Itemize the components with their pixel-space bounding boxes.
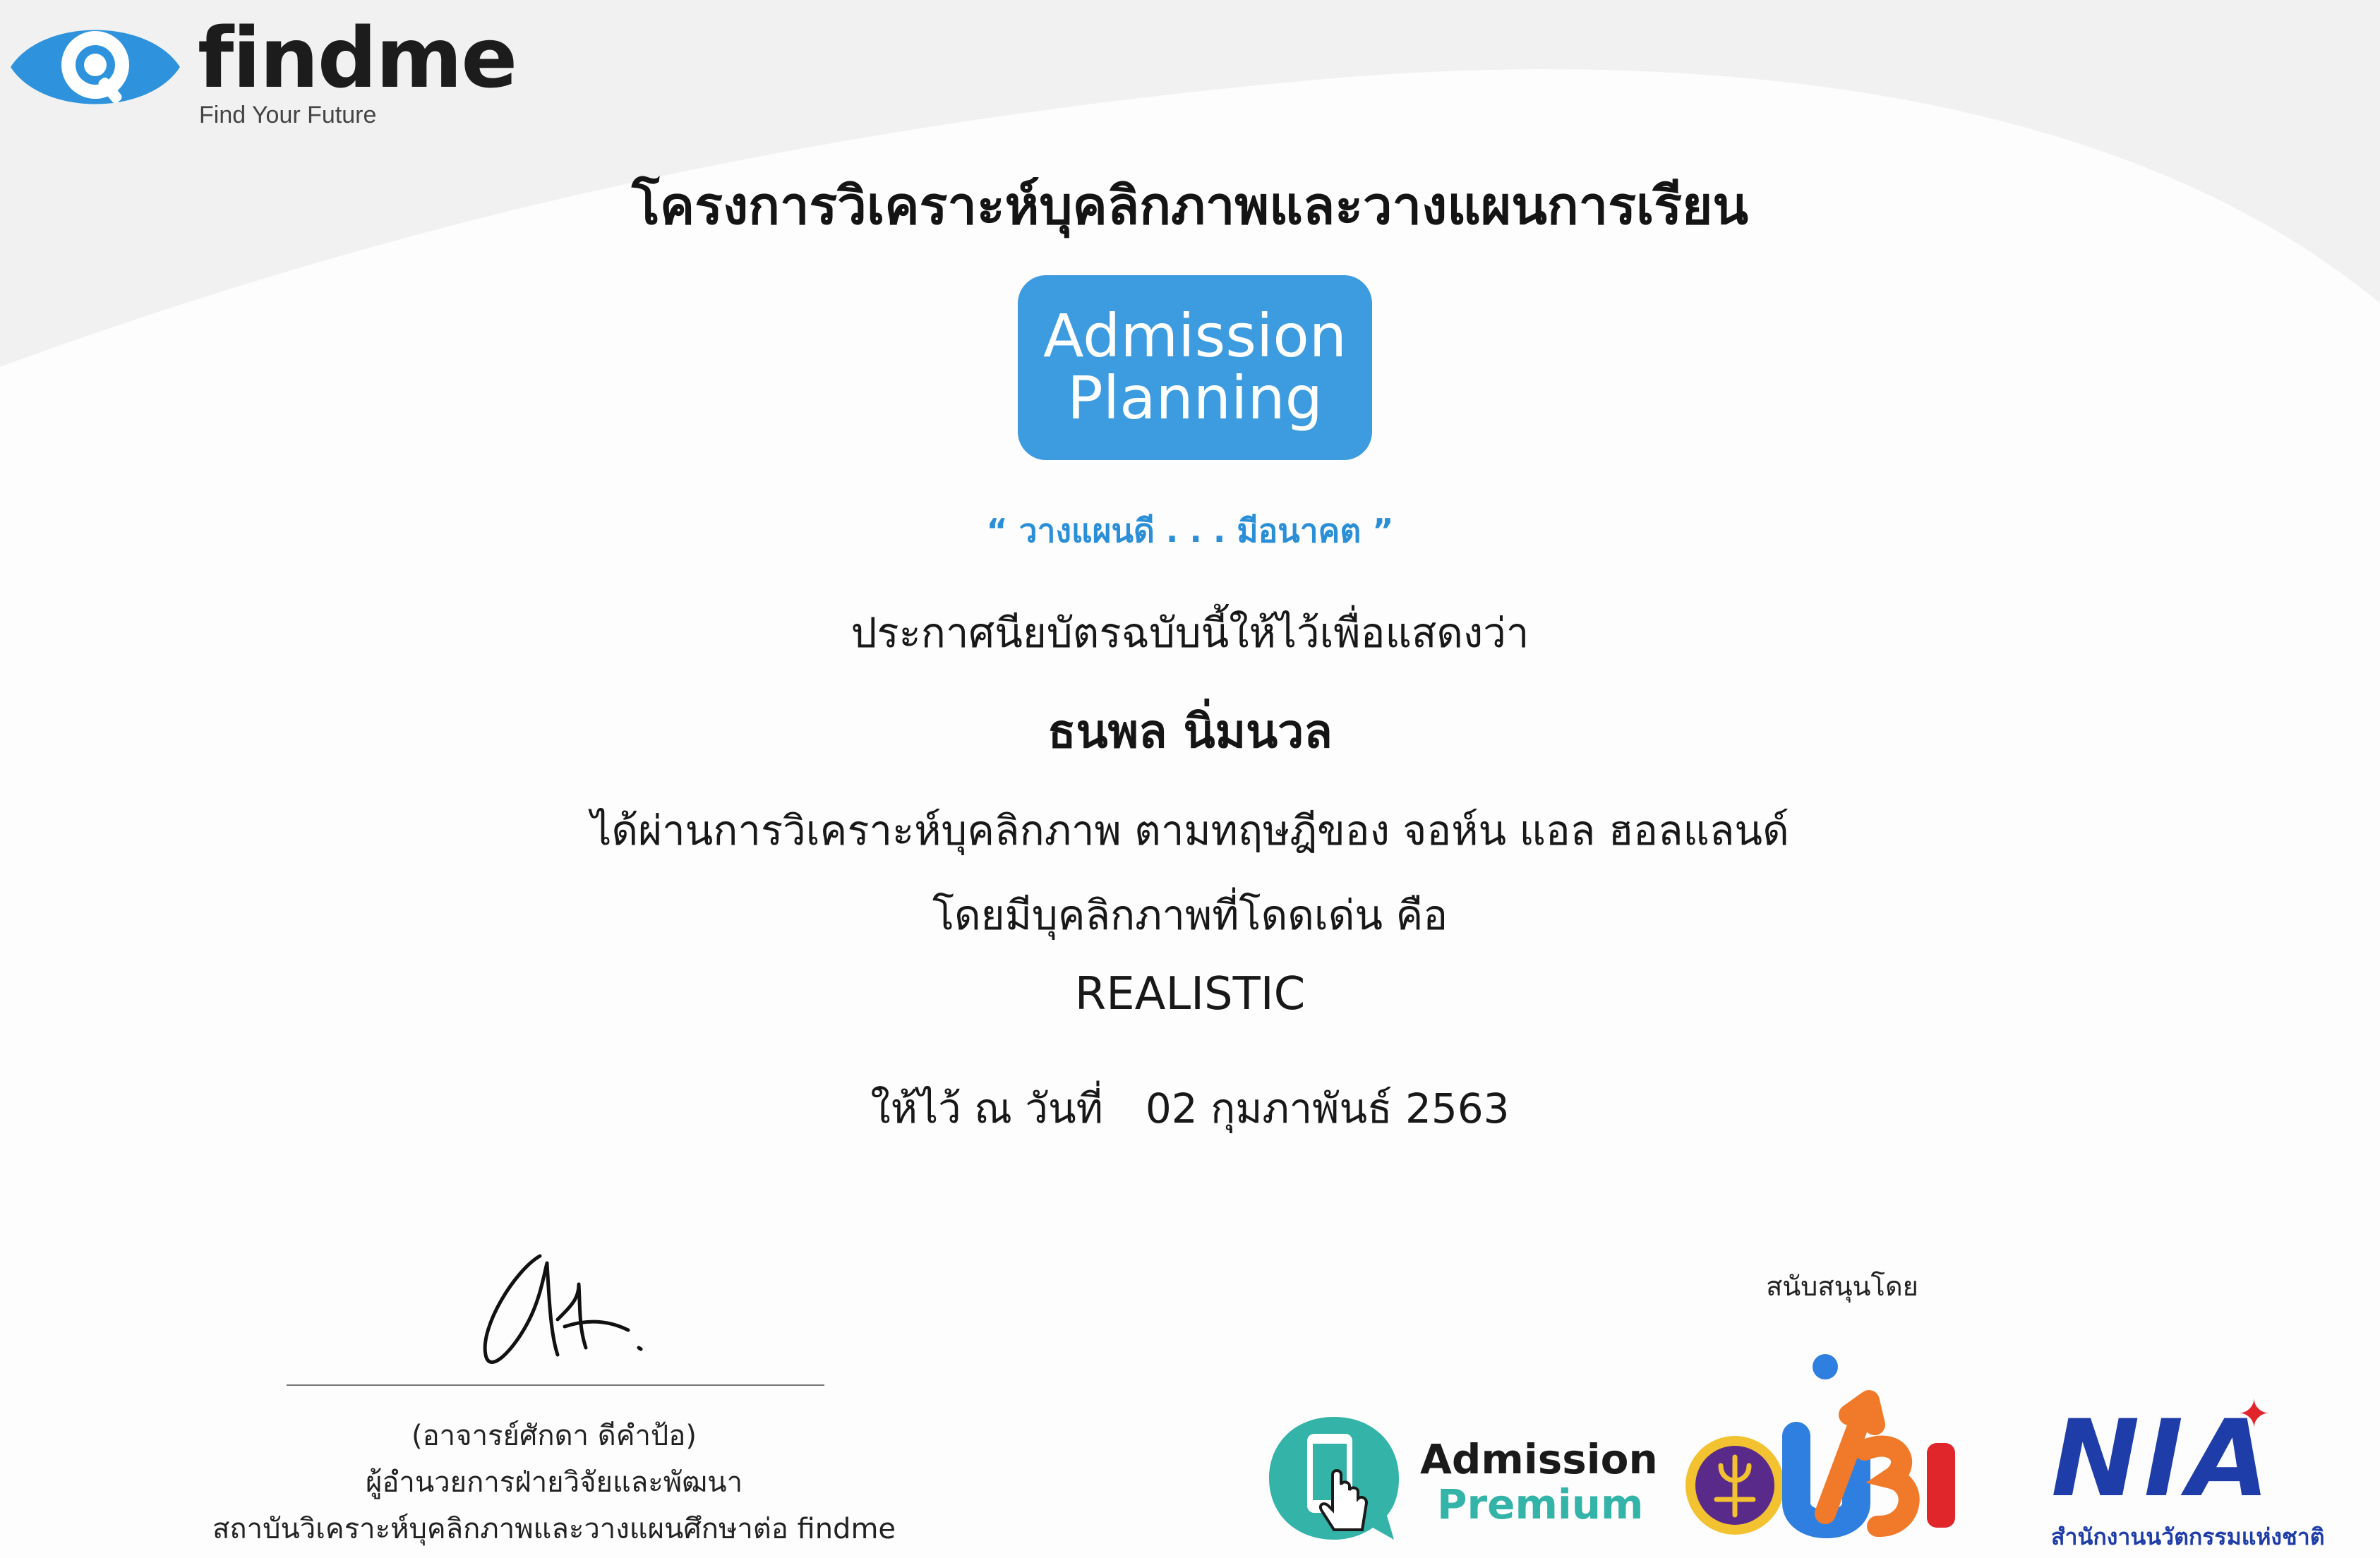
admission-premium-logo: Admission Premium — [1263, 1411, 1658, 1545]
eye-magnifier-icon — [11, 30, 180, 104]
slogan: “ วางแผนดี . . . มีอนาคต ” — [986, 512, 1394, 550]
nia-logo: NIA ✦ สำนักงานนวัตกรรมแห่งชาติ — [2047, 1395, 2372, 1556]
badge-line-2: Planning — [1067, 363, 1323, 433]
university-emblem-icon — [1685, 1436, 1784, 1535]
phone-touch-icon — [1269, 1417, 1399, 1540]
issue-date: ให้ไว้ ณ วันที่ 02 กุมภาพันธ์ 2563 — [0, 1075, 2380, 1141]
date-label: ให้ไว้ ณ วันที่ — [870, 1085, 1103, 1133]
recipient-name: ธนพล นิ่มนวล — [1047, 704, 1333, 759]
sponsor-label: สนับสนุนโดย — [1766, 1271, 1918, 1302]
signature-icon — [483, 1254, 643, 1364]
statement-text-2: โดยมีบุคลิกภาพที่โดดเด่น คือ — [932, 891, 1448, 939]
personality-result: REALISTIC — [1074, 968, 1306, 1020]
signature-line — [287, 1384, 824, 1386]
date-value: 02 กุมภาพันธ์ 2563 — [1145, 1085, 1510, 1133]
admission-premium-sub: Premium — [1437, 1480, 1644, 1528]
signatory-name: (อาจารย์ศักดา ดีคำป้อ) — [411, 1420, 697, 1452]
signatory-organization: สถาบันวิเคราะห์บุคลิกภาพและวางแผนศึกษาต่… — [212, 1513, 896, 1545]
signatory-role: ผู้อำนวยการฝ่ายวิจัยและพัฒนา — [365, 1466, 743, 1499]
certificate-title: โครงการวิเคราะห์บุคลิกภาพและวางแผนการเรี… — [632, 176, 1748, 236]
admission-premium-name: Admission — [1420, 1435, 1658, 1483]
star-icon: ✦ — [2237, 1391, 2271, 1437]
badge-line-1: Admission — [1043, 301, 1347, 370]
admission-planning-badge: Admission Planning — [1018, 275, 1372, 460]
brand-name: findme — [198, 9, 517, 107]
certificate-page: findme Find Your Future โครงการวิเคราะห์… — [0, 0, 2380, 1558]
brand-tagline: Find Your Future — [199, 102, 377, 128]
intro-text: ประกาศนียบัตรฉบับนี้ให้ไว้เพื่อแสดงว่า — [851, 609, 1529, 657]
ubi-wordmark — [1782, 1354, 1955, 1538]
ubi-logo — [1685, 1354, 1955, 1538]
nia-subtitle: สำนักงานนวัตกรรมแห่งชาติ — [2051, 1523, 2325, 1550]
findme-logo: findme Find Your Future — [7, 9, 517, 128]
statement-text: ได้ผ่านการวิเคราะห์บุคลิกภาพ ตามทฤษฎีของ… — [591, 807, 1789, 855]
